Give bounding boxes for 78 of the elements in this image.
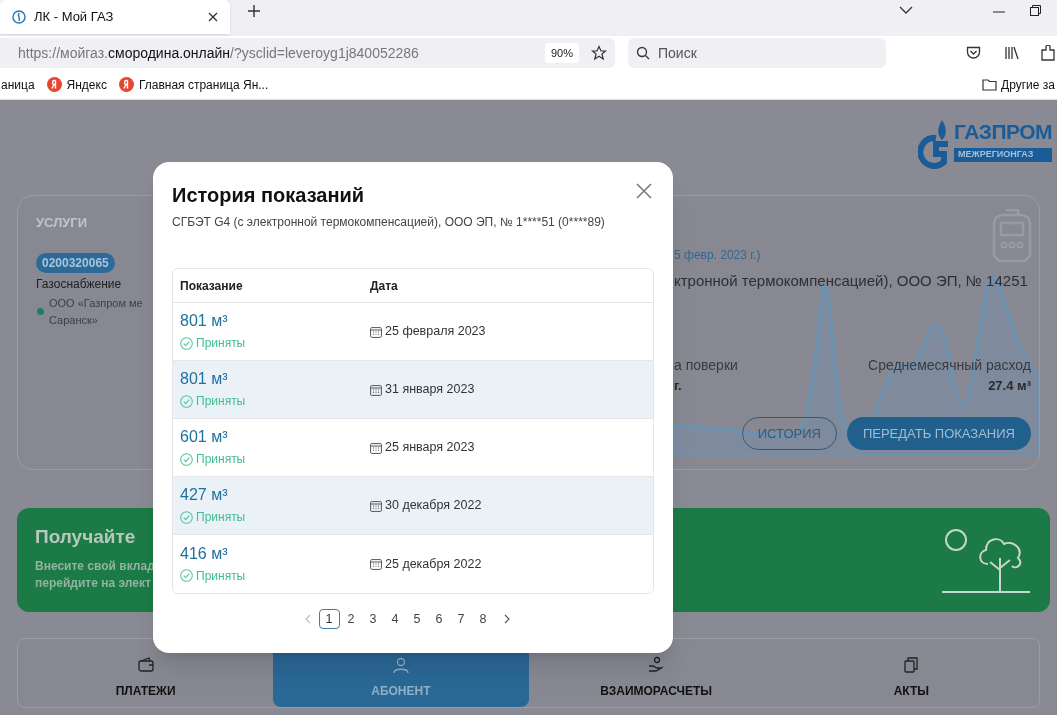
status-text: Приняты	[196, 451, 246, 468]
tab-title: ЛК - Мой ГАЗ	[34, 8, 115, 27]
nav-tab[interactable]: АКТЫ	[783, 639, 1039, 707]
status-text: Приняты	[196, 393, 246, 410]
nav-tab[interactable]: ВЗАИМОРАСЧЕТЫ	[528, 639, 784, 707]
reading-value: 801 м³	[180, 311, 229, 331]
status-text: Приняты	[196, 509, 246, 526]
check-circle-icon	[180, 510, 193, 524]
yandex-icon	[46, 77, 62, 92]
bookmark-link[interactable]: аница	[1, 75, 35, 94]
reading-date: 25 декабря 2022	[385, 555, 482, 573]
calendar-icon	[370, 325, 382, 338]
page-link[interactable]: 7	[450, 609, 472, 629]
reading-date: 30 декабря 2022	[385, 497, 482, 515]
documents-icon	[902, 656, 921, 674]
folder-icon	[982, 78, 997, 91]
flame-icon	[12, 10, 26, 24]
calendar-icon	[370, 558, 382, 570]
bookmark-folder[interactable]: Другие за	[1001, 75, 1055, 94]
meter-description: СГБЭТ G4 (с электронной термокомпенсацией), ООО ЭП, № 1****51 (0****89)	[172, 214, 606, 231]
status-text: Приняты	[196, 335, 246, 352]
page-link[interactable]: 5	[406, 609, 428, 629]
nav-tab[interactable]: ПЛАТЕЖИ	[18, 639, 274, 707]
bookmark-link[interactable]: Главная страница Ян...	[138, 75, 269, 94]
chevron-right-icon[interactable]	[502, 614, 511, 624]
reading-date: 31 января 2023	[385, 381, 475, 399]
url-text: https://мойгаз.смородина.онлайн/?ysclid=leveroyg1j840052286	[18, 43, 420, 63]
banner-text: перейдите на элект	[35, 574, 152, 592]
reading-value: 427 м³	[180, 485, 229, 505]
chevron-down-icon[interactable]	[899, 6, 913, 14]
page-link[interactable]: 2	[340, 609, 362, 629]
calendar-icon	[370, 441, 382, 454]
banner-title: Получайте	[35, 525, 137, 549]
check-circle-icon	[180, 452, 193, 466]
provider-name: ООО «Газпром ме Саранск»	[49, 295, 143, 328]
calendar-icon	[370, 383, 382, 396]
consumption-label: Среднемесячный расход	[868, 355, 1031, 375]
wallet-icon	[136, 656, 155, 674]
star-icon[interactable]	[591, 45, 607, 61]
reading-value: 801 м³	[180, 369, 229, 389]
logo: ГАЗПРОМ МЕЖРЕГИОНГАЗ	[918, 118, 1052, 172]
service-name: Газоснабжение	[36, 275, 122, 293]
library-icon[interactable]	[1005, 46, 1021, 60]
reading-date: 25 февраля 2023	[385, 323, 486, 341]
reading-date: 5 февр. 2023 г.)	[674, 247, 762, 264]
search-field[interactable]: Поиск	[628, 38, 886, 68]
page-link[interactable]: 3	[362, 609, 384, 629]
bookmark-link[interactable]: Яндекс	[66, 75, 107, 94]
check-circle-icon	[180, 394, 193, 408]
dialog-title: История показаний	[172, 183, 366, 208]
page-link[interactable]: 4	[384, 609, 406, 629]
close-icon[interactable]	[208, 12, 218, 22]
reading-value: 416 м³	[180, 543, 229, 564]
check-circle-icon	[180, 569, 193, 582]
verification-label: а поверки	[674, 355, 738, 375]
column-header: Показание	[180, 277, 244, 295]
restore-icon[interactable]	[1030, 5, 1041, 16]
reading-value: 601 м³	[180, 427, 229, 447]
page-link[interactable]: 6	[428, 609, 450, 629]
check-circle-icon	[180, 336, 193, 350]
reading-date: 25 января 2023	[385, 439, 475, 457]
page-link[interactable]: 8	[472, 609, 494, 629]
zoom-level[interactable]: 90%	[544, 42, 579, 64]
column-header: Дата	[370, 277, 399, 295]
meter-model: ктронной термокомпенсацией), ООО ЭП, № 14251	[674, 271, 1029, 291]
browser-tab[interactable]: ЛК - Мой ГАЗ	[0, 0, 230, 34]
search-icon	[636, 46, 650, 60]
person-icon	[391, 656, 410, 674]
status-text: Приняты	[196, 567, 246, 585]
yandex-icon	[118, 77, 134, 92]
section-heading: УСЛУГИ	[36, 214, 88, 232]
consumption-value: 27.4 м³	[988, 376, 1031, 395]
calendar-icon	[370, 499, 382, 512]
verification-date: г.	[674, 376, 683, 395]
page-link[interactable]: 1	[318, 609, 340, 629]
pocket-icon[interactable]	[966, 46, 981, 60]
new-tab-icon[interactable]	[247, 4, 261, 18]
address-bar[interactable]: https://мойгаз.смородина.онлайн/?ysclid=leveroyg1j840052286 90%	[0, 38, 615, 68]
